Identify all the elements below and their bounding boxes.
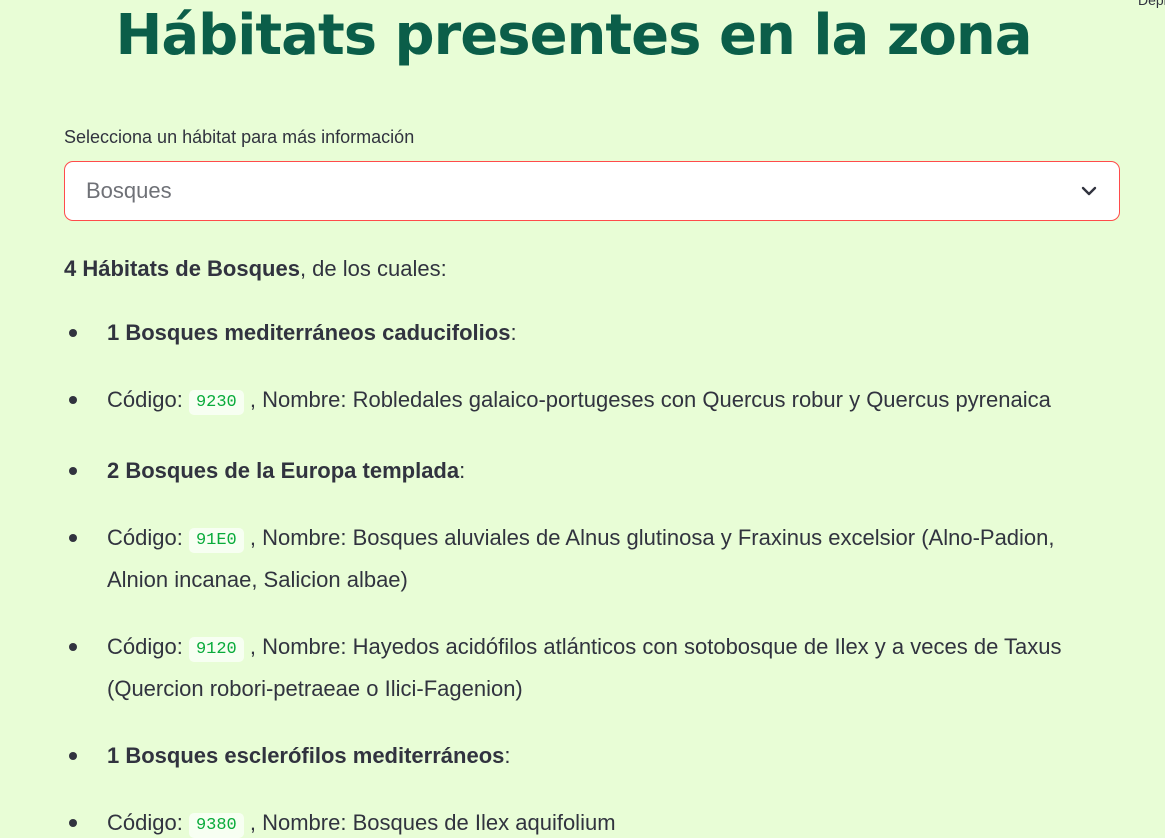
- summary-count: 4 Hábitats de Bosques: [64, 256, 300, 281]
- name-prefix: , Nombre:: [243, 387, 353, 412]
- habitat-select-input[interactable]: [65, 170, 988, 212]
- habitat-group: 1 Bosques esclerófilos mediterráneos:: [64, 737, 1120, 775]
- main-content: Selecciona un hábitat para más informaci…: [64, 122, 1120, 838]
- habitat-list: 1 Bosques mediterráneos caducifolios: Có…: [64, 314, 1120, 838]
- group-label: 2 Bosques de la Europa templada: [107, 458, 460, 483]
- code-prefix: Código:: [107, 634, 189, 659]
- group-suffix: :: [504, 743, 511, 768]
- habitat-code: 91E0: [188, 528, 244, 553]
- name-prefix: , Nombre:: [243, 525, 353, 550]
- habitat-item: Código: 9380 , Nombre: Bosques de Ilex a…: [64, 804, 1120, 838]
- habitat-code: 9120: [188, 637, 244, 662]
- habitat-item: Código: 91E0 , Nombre: Bosques aluviales…: [64, 519, 1120, 599]
- group-label: 1 Bosques mediterráneos caducifolios: [107, 320, 511, 345]
- page-title: Hábitats presentes en la zona: [115, 3, 1032, 68]
- group-suffix: :: [510, 320, 517, 345]
- habitat-item: Código: 9230 , Nombre: Robledales galaic…: [64, 381, 1120, 423]
- app-page: Deploy Hábitats presentes en la zona Sel…: [0, 0, 1165, 838]
- habitat-item: Código: 9120 , Nombre: Hayedos acidófilo…: [64, 628, 1120, 708]
- habitat-select[interactable]: [64, 161, 1120, 221]
- group-label: 1 Bosques esclerófilos mediterráneos: [107, 743, 505, 768]
- chevron-down-icon[interactable]: [1079, 181, 1099, 201]
- habitat-name: Bosques de Ilex aquifolium: [352, 810, 616, 835]
- summary-rest: , de los cuales:: [299, 256, 447, 281]
- habitat-code: 9380: [188, 813, 244, 838]
- habitat-name: Robledales galaico-portugeses con Quercu…: [352, 387, 1051, 412]
- code-prefix: Código:: [107, 387, 189, 412]
- code-prefix: Código:: [107, 525, 189, 550]
- name-prefix: , Nombre:: [243, 810, 353, 835]
- habitat-group: 2 Bosques de la Europa templada:: [64, 452, 1120, 490]
- group-suffix: :: [459, 458, 466, 483]
- habitat-code: 9230: [188, 390, 244, 415]
- habitat-group: 1 Bosques mediterráneos caducifolios:: [64, 314, 1120, 352]
- name-prefix: , Nombre:: [243, 634, 353, 659]
- habitat-summary: 4 Hábitats de Bosques, de los cuales:: [64, 252, 1120, 286]
- select-label: Selecciona un hábitat para más informaci…: [64, 127, 415, 147]
- code-prefix: Código:: [107, 810, 189, 835]
